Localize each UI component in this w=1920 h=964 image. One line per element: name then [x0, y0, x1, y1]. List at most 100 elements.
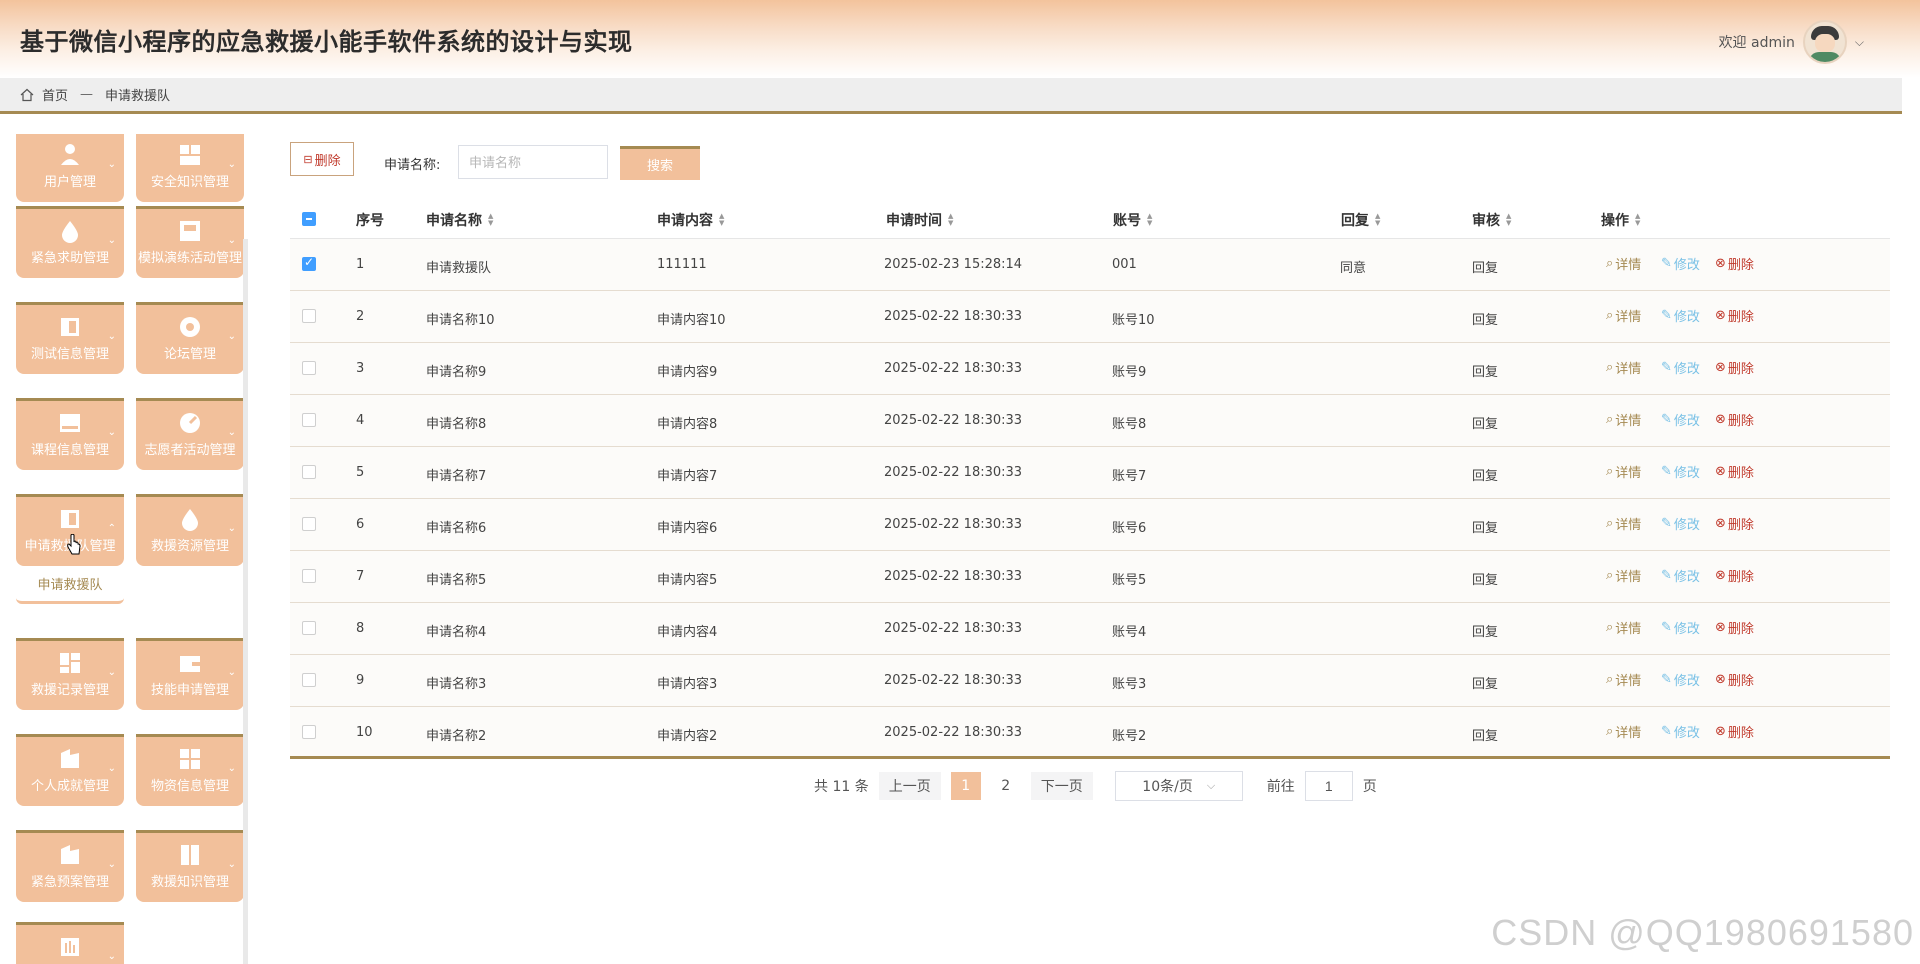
- row-checkbox[interactable]: [302, 255, 316, 271]
- detail-button[interactable]: ⌕ 详情: [1606, 462, 1641, 481]
- sidebar-item-more[interactable]: ⌄: [16, 922, 124, 964]
- sidebar-item-rescue-knowledge[interactable]: 救援知识管理 ⌄: [136, 830, 244, 902]
- welcome-text: 欢迎 admin: [1718, 35, 1795, 51]
- page-2-button[interactable]: 2: [990, 772, 1021, 800]
- detail-button[interactable]: ⌕ 详情: [1606, 254, 1641, 273]
- row-checkbox[interactable]: [302, 725, 316, 739]
- delete-button[interactable]: ⊗ 删除: [1715, 462, 1754, 481]
- delete-button[interactable]: ⊗ 删除: [1715, 670, 1754, 689]
- sidebar-item-test-info[interactable]: 测试信息管理 ⌄: [16, 302, 124, 374]
- cursor-icon: [67, 534, 81, 555]
- sidebar-item-user[interactable]: 用户管理 ⌄: [16, 134, 124, 202]
- row-checkbox[interactable]: [302, 517, 316, 531]
- edit-button[interactable]: ✎ 修改: [1661, 670, 1700, 689]
- sidebar-item-label: 安全知识管理: [150, 175, 229, 190]
- sidebar-item-course-info[interactable]: 课程信息管理 ⌄: [16, 398, 124, 470]
- detail-label: 详情: [1615, 466, 1642, 481]
- sidebar-item-forum[interactable]: 论坛管理 ⌄: [136, 302, 244, 374]
- data-table: 序号 申请名称 ▲ ▼ 申请内容 ▲ ▼ 申请时间 ▲ ▼ 账号 ▲ ▼ 回复 ▲ ▼ 审核 ▲ ▼ 操…: [290, 200, 1890, 759]
- header-actions[interactable]: 操作 ▲ ▼: [1601, 210, 1640, 230]
- delete-label: 删除: [1727, 466, 1754, 481]
- panel-icon: [61, 318, 79, 336]
- edit-button[interactable]: ✎ 修改: [1661, 410, 1700, 429]
- detail-button[interactable]: ⌕ 详情: [1606, 410, 1641, 429]
- sidebar-item-rescue-resource[interactable]: 救援资源管理 ⌄: [136, 494, 244, 566]
- sidebar-item-achievement[interactable]: 个人成就管理 ⌄: [16, 734, 124, 806]
- cell-account: 账号5: [1112, 573, 1147, 588]
- header-reply[interactable]: 回复 ▲ ▼: [1341, 210, 1380, 230]
- sidebar-item-label: 用户管理: [43, 175, 96, 190]
- delete-label: 删除: [1727, 622, 1754, 637]
- edit-button[interactable]: ✎ 修改: [1661, 358, 1700, 377]
- sidebar-item-safety-knowledge[interactable]: 安全知识管理 ⌄: [136, 134, 244, 202]
- detail-button[interactable]: ⌕ 详情: [1606, 306, 1641, 325]
- goto-page-input[interactable]: [1304, 771, 1353, 801]
- header-content[interactable]: 申请内容 ▲ ▼: [657, 210, 724, 230]
- sidebar-item-emergency-help[interactable]: 紧急求助管理 ⌄: [16, 206, 124, 278]
- chevron-down-icon[interactable]: ⌵: [1855, 35, 1864, 50]
- sidebar-item-drill-activity[interactable]: 模拟演练活动管理 ⌄: [136, 206, 244, 278]
- table-header: 序号 申请名称 ▲ ▼ 申请内容 ▲ ▼ 申请时间 ▲ ▼ 账号 ▲ ▼ 回复 ▲ ▼ 审核 ▲ ▼ 操…: [290, 200, 1890, 239]
- close-circle-icon: ⊗: [1715, 620, 1726, 635]
- chart-icon: [61, 938, 79, 956]
- search-input[interactable]: [458, 145, 608, 179]
- delete-button[interactable]: ⊗ 删除: [1715, 722, 1754, 741]
- cell-reply: 同意: [1340, 261, 1367, 276]
- detail-button[interactable]: ⌕ 详情: [1606, 514, 1641, 533]
- delete-button[interactable]: ⊗ 删除: [1715, 306, 1754, 325]
- edit-button[interactable]: ✎ 修改: [1661, 514, 1700, 533]
- header-time[interactable]: 申请时间 ▲ ▼: [886, 210, 953, 230]
- edit-button[interactable]: ✎ 修改: [1661, 462, 1700, 481]
- breadcrumb-home[interactable]: 首页: [42, 85, 68, 104]
- edit-button[interactable]: ✎ 修改: [1661, 722, 1700, 741]
- page-size-select[interactable]: 10条/页 ⌵: [1114, 771, 1243, 801]
- sidebar-item-emergency-plan[interactable]: 紧急预案管理 ⌄: [16, 830, 124, 902]
- user-menu[interactable]: 欢迎 admin ⌵: [1719, 20, 1864, 64]
- select-all-checkbox[interactable]: [302, 212, 316, 226]
- header-name[interactable]: 申请名称 ▲ ▼: [426, 210, 493, 230]
- edit-button[interactable]: ✎ 修改: [1661, 306, 1700, 325]
- sidebar-scrollbar[interactable]: [243, 239, 248, 964]
- home-icon[interactable]: [20, 88, 34, 102]
- search-button[interactable]: 搜索: [620, 146, 700, 180]
- row-checkbox[interactable]: [302, 361, 316, 375]
- next-page-button[interactable]: 下一页: [1030, 772, 1093, 800]
- chevron-down-icon: ⌄: [227, 667, 236, 678]
- delete-button[interactable]: ⊗ 删除: [1715, 566, 1754, 585]
- row-checkbox[interactable]: [302, 673, 316, 687]
- delete-button[interactable]: ⊗ 删除: [1715, 254, 1754, 273]
- delete-button[interactable]: ⊗ 删除: [1715, 358, 1754, 377]
- cell-name: 申请名称4: [426, 625, 487, 640]
- edit-button[interactable]: ✎ 修改: [1661, 254, 1700, 273]
- detail-button[interactable]: ⌕ 详情: [1606, 670, 1641, 689]
- sidebar-item-skill-application[interactable]: 技能申请管理 ⌄: [136, 638, 244, 710]
- header-audit[interactable]: 审核 ▲ ▼: [1472, 210, 1511, 230]
- header-account[interactable]: 账号 ▲ ▼: [1113, 210, 1152, 230]
- sidebar-item-label: 救援知识管理: [150, 875, 229, 890]
- row-checkbox[interactable]: [302, 621, 316, 635]
- detail-button[interactable]: ⌕ 详情: [1606, 358, 1641, 377]
- row-checkbox[interactable]: [302, 309, 316, 323]
- delete-button[interactable]: ⊗ 删除: [1715, 410, 1754, 429]
- sidebar-item-material-info[interactable]: 物资信息管理 ⌄: [136, 734, 244, 806]
- row-checkbox[interactable]: [302, 413, 316, 427]
- batch-delete-button[interactable]: ⊟ 删除: [290, 142, 354, 176]
- row-checkbox[interactable]: [302, 465, 316, 479]
- detail-button[interactable]: ⌕ 详情: [1606, 618, 1641, 637]
- detail-button[interactable]: ⌕ 详情: [1606, 722, 1641, 741]
- prev-page-button[interactable]: 上一页: [878, 772, 941, 800]
- edit-button[interactable]: ✎ 修改: [1661, 566, 1700, 585]
- submenu-item-rescue-team[interactable]: 申请救援队: [16, 574, 124, 593]
- row-checkbox[interactable]: [302, 569, 316, 583]
- avatar[interactable]: [1802, 20, 1847, 64]
- sidebar-item-volunteer[interactable]: 志愿者活动管理 ⌄: [136, 398, 244, 470]
- cell-account: 账号9: [1112, 365, 1147, 380]
- edit-button[interactable]: ✎ 修改: [1661, 618, 1700, 637]
- sidebar-item-rescue-record[interactable]: 救援记录管理 ⌄: [16, 638, 124, 710]
- edit-icon: ✎: [1661, 308, 1672, 323]
- delete-button[interactable]: ⊗ 删除: [1715, 618, 1754, 637]
- chevron-down-icon: ⌄: [107, 159, 116, 170]
- page-1-button[interactable]: 1: [950, 772, 981, 800]
- detail-button[interactable]: ⌕ 详情: [1606, 566, 1641, 585]
- delete-button[interactable]: ⊗ 删除: [1715, 514, 1754, 533]
